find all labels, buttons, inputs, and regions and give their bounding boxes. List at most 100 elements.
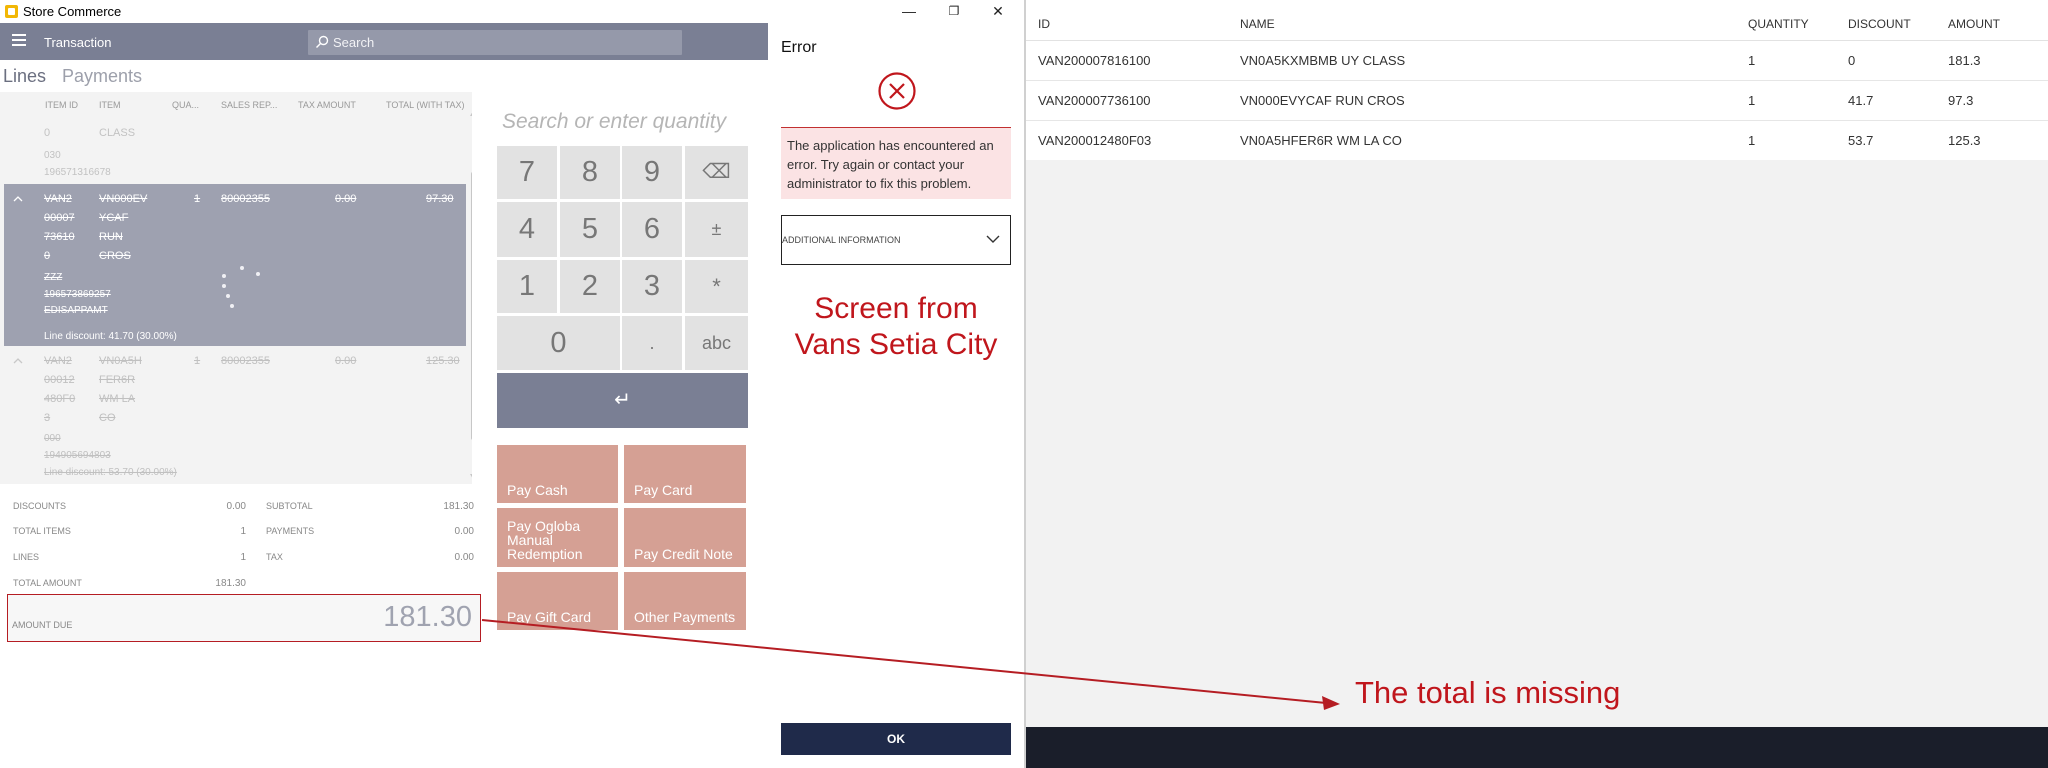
multiply-key[interactable]: *: [685, 260, 748, 313]
discounts-value: 0.00: [226, 501, 246, 512]
pay-credit-note-button[interactable]: Pay Credit Note: [624, 508, 746, 567]
scroll-down-arrow-icon[interactable]: [469, 472, 472, 480]
column-header-item[interactable]: ITEM: [99, 100, 121, 110]
chevron-down-icon: [986, 235, 1000, 243]
discounts-label: DISCOUNTS: [13, 501, 67, 511]
payments-label: PAYMENTS: [266, 526, 315, 536]
store-commerce-logo-icon: [5, 5, 18, 18]
scroll-up-arrow-icon[interactable]: [469, 110, 472, 118]
column-header-quantity: QUANTITY: [1748, 17, 1809, 31]
pay-card-button[interactable]: Pay Card: [624, 445, 746, 503]
cell-amount: 97.3: [1948, 93, 1974, 108]
row-item-name: VN0A5H FER6R WM LA CO: [99, 355, 142, 424]
row-tax: 0.00: [335, 355, 357, 367]
numpad-key-3[interactable]: 3: [622, 260, 682, 313]
numpad-key-0[interactable]: 0: [497, 316, 620, 370]
search-input[interactable]: [333, 33, 673, 52]
total-items-label: TOTAL ITEMS: [13, 526, 71, 536]
tab-payments[interactable]: Payments: [62, 66, 142, 87]
cell-discount: 0: [1848, 53, 1856, 68]
row-tax: 0.00: [335, 193, 357, 205]
numpad-key-4[interactable]: 4: [497, 202, 557, 257]
column-header-tax-amount[interactable]: TAX AMOUNT: [298, 100, 356, 110]
search-icon: [316, 35, 329, 48]
decimal-key[interactable]: .: [622, 316, 682, 370]
numpad-key-5[interactable]: 5: [560, 202, 620, 257]
subtotal-label: SUBTOTAL: [266, 501, 313, 511]
cell-name: VN000EVYCAF RUN CROS: [1240, 93, 1405, 108]
pay-gift-card-button[interactable]: Pay Gift Card: [497, 572, 618, 630]
total-amount-value: 181.30: [215, 578, 246, 589]
row-line-b: 196571316678: [44, 167, 111, 178]
ok-button[interactable]: OK: [781, 723, 1011, 755]
error-x-circle-icon: [878, 72, 916, 110]
table-row: VAN200012480F03 VN0A5HFER6R WM LA CO 1 5…: [1026, 121, 2048, 161]
annotation-total-missing: The total is missing: [1355, 675, 1621, 710]
minimize-button[interactable]: —: [886, 0, 932, 23]
tax-label: TAX: [266, 552, 283, 562]
row-line-c: EDISAPPAMT: [44, 305, 108, 316]
pay-ogloba-button[interactable]: Pay Ogloba Manual Redemption: [497, 508, 618, 567]
enter-key[interactable]: ↵: [497, 373, 748, 428]
lines-label: LINES: [13, 552, 40, 562]
tab-lines[interactable]: Lines: [3, 66, 46, 87]
lines-value: 1: [240, 552, 246, 563]
cell-quantity: 1: [1748, 53, 1756, 68]
table-row-selected[interactable]: VAN2 00007 73610 0 VN000EV YCAF RUN CROS…: [4, 184, 466, 346]
backspace-key[interactable]: ⌫: [685, 146, 748, 199]
column-header-name: NAME: [1240, 17, 1275, 31]
cell-amount: 181.3: [1948, 53, 1981, 68]
column-header-sales-rep[interactable]: SALES REP...: [221, 100, 277, 110]
table-row[interactable]: VAN2 00012 480F0 3 VN0A5H FER6R WM LA CO…: [4, 346, 466, 482]
additional-information-label: ADDITIONAL INFORMATION: [782, 235, 901, 245]
column-header-item-id[interactable]: ITEM ID: [45, 100, 78, 110]
quantity-search-input[interactable]: [502, 106, 746, 138]
grid-scrollbar[interactable]: [470, 112, 472, 482]
cell-quantity: 1: [1748, 93, 1756, 108]
annotation-screen-from: Screen from Vans Setia City: [794, 292, 998, 361]
row-item-id: VAN2 00012 480F0 3: [44, 355, 76, 424]
additional-information-expander[interactable]: ADDITIONAL INFORMATION: [781, 215, 1011, 265]
cell-id: VAN200007816100: [1038, 53, 1151, 68]
transaction-lines-grid: ITEM ID ITEM QUA... SALES REP... TAX AMO…: [0, 92, 472, 484]
payments-value: 0.00: [454, 526, 474, 537]
empty-area: [1026, 160, 2048, 727]
row-line-discount: Line discount: 41.70 (30.00%): [44, 331, 177, 342]
numpad-key-2[interactable]: 2: [560, 260, 620, 313]
column-header-discount: DISCOUNT: [1848, 17, 1911, 31]
numpad-key-7[interactable]: 7: [497, 146, 557, 199]
store-commerce-window: Store Commerce — ❐ ✕ Transaction Lines P…: [0, 0, 1024, 768]
grid-header: ITEM ID ITEM QUA... SALES REP... TAX AMO…: [0, 92, 472, 116]
numpad-key-6[interactable]: 6: [622, 202, 682, 257]
transaction-totals: DISCOUNTS 0.00 TOTAL ITEMS 1 LINES 1 TOT…: [0, 496, 480, 596]
row-item-id: 0: [44, 127, 51, 139]
plus-minus-key[interactable]: ±: [685, 202, 748, 257]
row-sales-rep: 80002355: [221, 193, 270, 205]
restore-button[interactable]: ❐: [931, 0, 977, 23]
column-header-total[interactable]: TOTAL (WITH TAX): [386, 100, 465, 110]
cell-quantity: 1: [1748, 133, 1756, 148]
hamburger-menu-icon[interactable]: [12, 34, 26, 48]
row-line-discount: Line discount: 53.70 (30.00%): [44, 467, 177, 478]
row-total: 125.30: [426, 355, 460, 367]
numpad-key-9[interactable]: 9: [622, 146, 682, 199]
app-topbar: Transaction: [0, 23, 768, 60]
row-total: 97.30: [426, 193, 454, 205]
numpad-key-8[interactable]: 8: [560, 146, 620, 199]
column-header-quantity[interactable]: QUA...: [172, 100, 199, 110]
chevron-up-icon[interactable]: [13, 194, 23, 204]
scroll-thumb[interactable]: [471, 172, 472, 440]
abc-key[interactable]: abc: [685, 316, 748, 370]
page-title: Transaction: [44, 35, 112, 50]
other-payments-button[interactable]: Other Payments: [624, 572, 746, 630]
close-window-button[interactable]: ✕: [975, 0, 1021, 23]
pay-cash-button[interactable]: Pay Cash: [497, 445, 618, 503]
chevron-up-icon[interactable]: [13, 356, 23, 366]
row-quantity: 1: [194, 193, 201, 205]
screenshot-root: Store Commerce — ❐ ✕ Transaction Lines P…: [0, 0, 2048, 768]
subtotal-value: 181.30: [443, 501, 474, 512]
search-box[interactable]: [308, 30, 682, 55]
numpad-key-1[interactable]: 1: [497, 260, 557, 313]
row-item-name: VN000EV YCAF RUN CROS: [99, 193, 148, 262]
row-sales-rep: 80002355: [221, 355, 270, 367]
